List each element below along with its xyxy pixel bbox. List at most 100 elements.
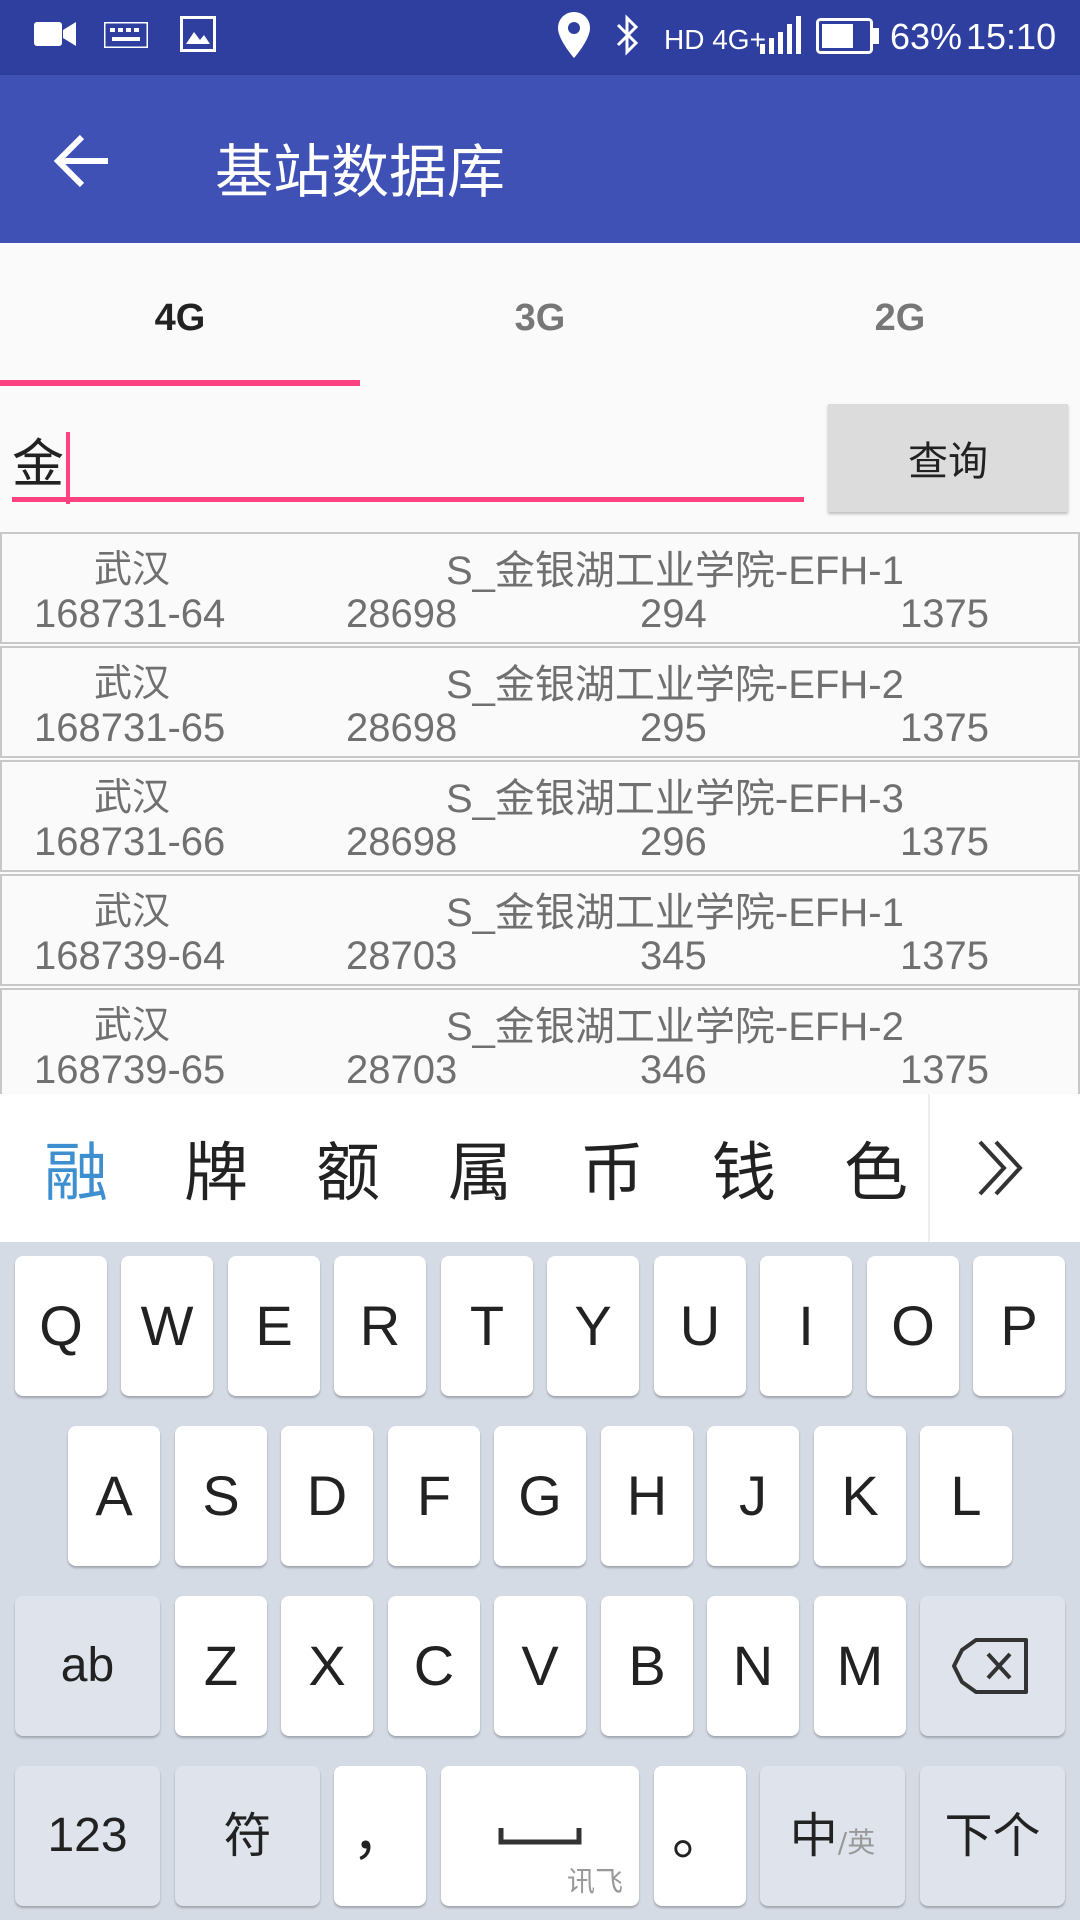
backspace-icon bbox=[952, 1638, 1028, 1694]
language-main-label: 中 bbox=[789, 1808, 838, 1864]
list-item[interactable]: 武汉 S_金银湖工业学院-EFH-1 168739-64 28703 345 1… bbox=[0, 874, 1080, 986]
result-site-name: S_金银湖工业学院-EFH-2 bbox=[446, 663, 904, 707]
list-item[interactable]: 武汉 S_金银湖工业学院-EFH-1 168731-64 28698 294 1… bbox=[0, 532, 1080, 644]
key-y[interactable]: Y bbox=[547, 1256, 639, 1396]
result-cell-id: 168739-65 bbox=[34, 1048, 226, 1092]
numbers-key[interactable]: 123 bbox=[15, 1766, 160, 1906]
clock: 15:10 bbox=[966, 16, 1057, 57]
key-j[interactable]: J bbox=[707, 1426, 799, 1566]
result-earfcn: 1375 bbox=[900, 934, 989, 978]
key-p[interactable]: P bbox=[973, 1256, 1065, 1396]
result-cell-id: 168739-64 bbox=[34, 934, 226, 978]
key-d[interactable]: D bbox=[281, 1426, 373, 1566]
result-city: 武汉 bbox=[94, 661, 171, 705]
result-earfcn: 1375 bbox=[900, 592, 989, 636]
ime-brand-label: 讯飞 bbox=[566, 1865, 623, 1898]
result-tac: 28703 bbox=[346, 1048, 458, 1092]
back-arrow-icon[interactable] bbox=[40, 119, 124, 203]
key-m[interactable]: M bbox=[814, 1596, 906, 1736]
result-site-name: S_金银湖工业学院-EFH-3 bbox=[446, 777, 904, 821]
language-switch-key[interactable]: 中/英 bbox=[760, 1766, 905, 1906]
result-pci: 295 bbox=[640, 706, 707, 750]
key-r[interactable]: R bbox=[334, 1256, 426, 1396]
key-a[interactable]: A bbox=[68, 1426, 160, 1566]
result-pci: 345 bbox=[640, 934, 707, 978]
key-t[interactable]: T bbox=[441, 1256, 533, 1396]
case-toggle-key[interactable]: ab bbox=[15, 1596, 160, 1736]
key-f[interactable]: F bbox=[388, 1426, 480, 1566]
result-tac: 28698 bbox=[346, 592, 458, 636]
signal-icon bbox=[760, 16, 801, 54]
app-bar: 基站数据库 bbox=[0, 75, 1080, 243]
candidate-word[interactable]: 融 bbox=[44, 1122, 108, 1214]
key-b[interactable]: B bbox=[601, 1596, 693, 1736]
tab-2g[interactable]: 2G bbox=[720, 243, 1080, 386]
network-tabs: 4G 3G 2G bbox=[0, 243, 1080, 386]
battery-icon bbox=[816, 18, 879, 54]
list-item[interactable]: 武汉 S_金银湖工业学院-EFH-2 168739-65 28703 346 1… bbox=[0, 988, 1080, 1094]
page-title: 基站数据库 bbox=[215, 138, 506, 206]
next-key[interactable]: 下个 bbox=[920, 1766, 1065, 1906]
symbols-key[interactable]: 符 bbox=[175, 1766, 320, 1906]
list-item[interactable]: 武汉 S_金银湖工业学院-EFH-2 168731-65 28698 295 1… bbox=[0, 646, 1080, 758]
candidate-word[interactable]: 币 bbox=[580, 1122, 644, 1214]
backspace-key[interactable] bbox=[920, 1596, 1065, 1736]
candidate-word[interactable]: 额 bbox=[316, 1122, 380, 1214]
space-key[interactable]: 讯飞 bbox=[441, 1766, 639, 1906]
result-tac: 28703 bbox=[346, 934, 458, 978]
key-g[interactable]: G bbox=[494, 1426, 586, 1566]
result-pci: 296 bbox=[640, 820, 707, 864]
status-bar: HD 4G+ 63% 15:10 bbox=[0, 0, 1080, 75]
video-camera-icon bbox=[34, 22, 76, 46]
result-earfcn: 1375 bbox=[900, 820, 989, 864]
key-e[interactable]: E bbox=[228, 1256, 320, 1396]
candidate-word[interactable]: 属 bbox=[448, 1122, 512, 1214]
result-cell-id: 168731-64 bbox=[34, 592, 226, 636]
key-w[interactable]: W bbox=[121, 1256, 213, 1396]
result-city: 武汉 bbox=[94, 889, 171, 933]
result-city: 武汉 bbox=[94, 775, 171, 819]
key-u[interactable]: U bbox=[654, 1256, 746, 1396]
key-q[interactable]: Q bbox=[15, 1256, 107, 1396]
key-s[interactable]: S bbox=[175, 1426, 267, 1566]
key-n[interactable]: N bbox=[707, 1596, 799, 1736]
comma-key[interactable]: ， bbox=[334, 1766, 426, 1906]
result-tac: 28698 bbox=[346, 706, 458, 750]
key-i[interactable]: I bbox=[760, 1256, 852, 1396]
result-cell-id: 168731-65 bbox=[34, 706, 226, 750]
tab-4g[interactable]: 4G bbox=[0, 243, 360, 386]
result-pci: 346 bbox=[640, 1048, 707, 1092]
key-z[interactable]: Z bbox=[175, 1596, 267, 1736]
key-l[interactable]: L bbox=[920, 1426, 1012, 1566]
tab-indicator bbox=[0, 380, 360, 386]
key-h[interactable]: H bbox=[601, 1426, 693, 1566]
candidate-word[interactable]: 牌 bbox=[184, 1122, 248, 1214]
search-input[interactable]: 金 bbox=[12, 412, 804, 504]
key-v[interactable]: V bbox=[494, 1596, 586, 1736]
result-site-name: S_金银湖工业学院-EFH-1 bbox=[446, 891, 904, 935]
result-earfcn: 1375 bbox=[900, 706, 989, 750]
soft-keyboard: Q W E R T Y U I O P A S D F G H J K L ab… bbox=[0, 1242, 1080, 1920]
key-c[interactable]: C bbox=[388, 1596, 480, 1736]
period-key[interactable]: 。 bbox=[654, 1766, 746, 1906]
key-x[interactable]: X bbox=[281, 1596, 373, 1736]
candidate-word[interactable]: 色 bbox=[844, 1122, 908, 1214]
list-item[interactable]: 武汉 S_金银湖工业学院-EFH-3 168731-66 28698 296 1… bbox=[0, 760, 1080, 872]
battery-percent: 63% bbox=[890, 16, 963, 57]
query-button[interactable]: 查询 bbox=[828, 404, 1068, 512]
expand-candidates-button[interactable] bbox=[928, 1094, 1080, 1242]
key-k[interactable]: K bbox=[814, 1426, 906, 1566]
text-caret bbox=[66, 432, 71, 504]
network-label: HD 4G+ bbox=[664, 24, 766, 55]
bluetooth-icon bbox=[616, 14, 639, 56]
result-cell-id: 168731-66 bbox=[34, 820, 226, 864]
location-icon bbox=[558, 12, 590, 58]
result-pci: 294 bbox=[640, 592, 707, 636]
result-site-name: S_金银湖工业学院-EFH-1 bbox=[446, 549, 904, 593]
key-o[interactable]: O bbox=[867, 1256, 959, 1396]
image-icon bbox=[180, 16, 216, 52]
result-city: 武汉 bbox=[94, 1003, 171, 1047]
ime-candidate-bar: 融 牌 额 属 币 钱 色 bbox=[0, 1094, 1080, 1242]
candidate-word[interactable]: 钱 bbox=[712, 1122, 776, 1214]
tab-3g[interactable]: 3G bbox=[360, 243, 720, 386]
